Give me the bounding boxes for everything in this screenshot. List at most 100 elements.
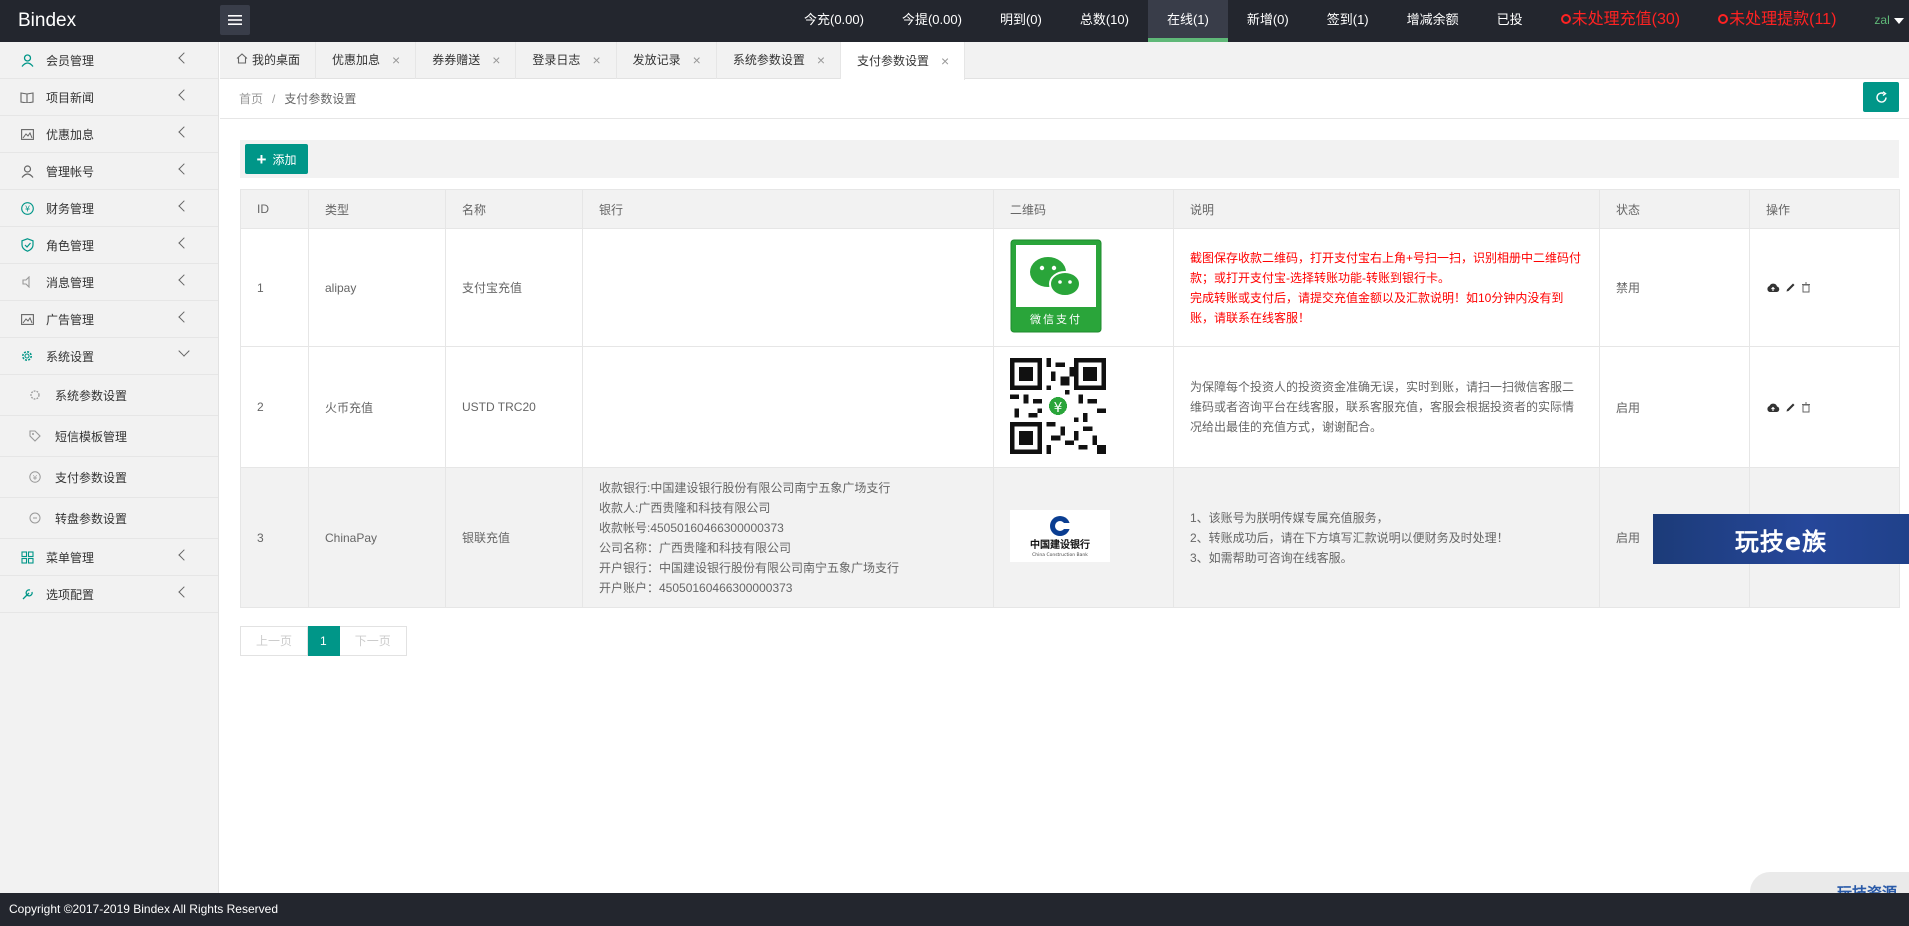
table-toolbar: + 添加 (240, 140, 1899, 178)
close-icon[interactable]: × (693, 42, 701, 79)
edit-icon[interactable] (1785, 402, 1796, 413)
nav-signin[interactable]: 签到(1) (1308, 0, 1388, 42)
nav-invested[interactable]: 已投 (1478, 0, 1542, 42)
delete-icon[interactable] (1801, 282, 1811, 293)
ccb-logo-image: 中国建设银行 China Construction Bank (1010, 510, 1110, 562)
bank-info: 收款银行:中国建设银行股份有限公司南宁五象广场支行 收款人:广西贵隆和科技有限公… (599, 478, 993, 598)
top-nav: 今充(0.00) 今提(0.00) 明到(0) 总数(10) 在线(1) 新增(… (785, 0, 1909, 42)
desc-text-red: 截图保存收款二维码，打开支付宝右上角+号扫一扫，识别相册中二维码付款；或打开支付… (1190, 248, 1599, 328)
refresh-button[interactable] (1863, 82, 1899, 112)
nav-today-withdraw[interactable]: 今提(0.00) (883, 0, 981, 42)
delete-icon[interactable] (1801, 402, 1811, 413)
cell-qr: ¥ (993, 346, 1174, 468)
sidebar-item-promotions[interactable]: 优惠加息 (0, 116, 218, 153)
sidebar-item-roles[interactable]: 角色管理 (0, 227, 218, 264)
nav-alert-withdraw[interactable]: 未处理提款(11) (1699, 0, 1855, 42)
tab-desktop[interactable]: 我的桌面 (220, 42, 317, 79)
add-button[interactable]: + 添加 (245, 144, 308, 174)
cell-actions (1749, 228, 1900, 347)
tab-coupons[interactable]: 券券赠送 × (416, 42, 517, 79)
tag-icon (29, 430, 41, 442)
sidebar-item-label: 消息管理 (46, 275, 95, 290)
col-header-qr: 二维码 (993, 189, 1174, 229)
table-row: 1 alipay 支付宝充值 微信支付 截图保存收款二维码，打开支付宝右上角+号… (240, 228, 1900, 347)
sidebar-subitem-system-params[interactable]: 系统参数设置 (0, 375, 218, 416)
breadcrumb-home[interactable]: 首页 (239, 92, 263, 106)
upload-icon[interactable] (1766, 402, 1780, 413)
user-menu[interactable]: zal (1855, 0, 1909, 42)
sidebar-item-messages[interactable]: 消息管理 (0, 264, 218, 301)
sidebar-item-news[interactable]: 项目新闻 (0, 79, 218, 116)
sidebar-item-options[interactable]: 选项配置 (0, 576, 218, 613)
page-1-button[interactable]: 1 (308, 626, 340, 656)
nav-alert-recharge[interactable]: 未处理充值(30) (1542, 0, 1699, 42)
cell-status: 禁用 (1599, 228, 1750, 347)
close-icon[interactable]: × (941, 43, 949, 80)
picture-icon (20, 312, 34, 326)
tab-payout-records[interactable]: 发放记录 × (617, 42, 717, 79)
close-icon[interactable]: × (817, 42, 825, 79)
sidebar-item-menus[interactable]: 菜单管理 (0, 539, 218, 576)
sidebar-item-label: 会员管理 (46, 53, 95, 68)
upload-icon[interactable] (1766, 282, 1780, 293)
yen-small-icon: ¥ (29, 471, 41, 483)
edit-icon[interactable] (1785, 282, 1796, 293)
cell-id: 1 (240, 228, 309, 347)
cell-actions (1749, 346, 1900, 468)
tab-login-log[interactable]: 登录日志 × (516, 42, 617, 79)
watermark-banner: 玩技e族 (1653, 514, 1909, 564)
gear-small-icon (29, 389, 41, 401)
close-icon[interactable]: × (392, 42, 400, 79)
svg-text:¥: ¥ (24, 204, 29, 213)
add-button-label: 添加 (272, 152, 297, 167)
plus-icon: + (256, 149, 267, 169)
nav-total[interactable]: 总数(10) (1061, 0, 1148, 42)
desc-line: 完成转账或支付后，请提交充值金额以及汇款说明！如10分钟内没有到账，请联系在线客… (1190, 290, 1564, 325)
shield-icon (20, 238, 34, 252)
desc-line: 截图保存收款二维码，打开支付宝右上角+号扫一扫，识别相册中二维码付款；或打开支付… (1190, 250, 1582, 285)
sidebar-item-finance[interactable]: ¥ 财务管理 (0, 190, 218, 227)
sidebar-item-members[interactable]: 会员管理 (0, 42, 218, 79)
tab-promotions[interactable]: 优惠加息 × (316, 42, 417, 79)
nav-tomorrow-due[interactable]: 明到(0) (981, 0, 1061, 42)
tab-label: 我的桌面 (252, 53, 301, 67)
next-page-button[interactable]: 下一页 (339, 626, 407, 656)
cell-qr: 微信支付 (993, 228, 1174, 347)
sidebar-item-accounts[interactable]: 管理帐号 (0, 153, 218, 190)
close-icon[interactable]: × (492, 42, 500, 79)
breadcrumb-row: 首页 / 支付参数设置 (220, 79, 1909, 119)
close-icon[interactable]: × (592, 42, 600, 79)
nav-online[interactable]: 在线(1) (1147, 0, 1228, 42)
sidebar-item-label: 系统设置 (46, 349, 95, 364)
gear-icon (20, 349, 34, 363)
menu-toggle-button[interactable] (220, 5, 250, 35)
grid-icon (20, 550, 34, 564)
sidebar-subitem-wheel-params[interactable]: 转盘参数设置 (0, 498, 218, 539)
alert-circle-icon (1560, 13, 1571, 24)
cell-qr: 中国建设银行 China Construction Bank (993, 467, 1174, 608)
sidebar-item-system-settings[interactable]: 系统设置 (0, 338, 218, 375)
col-header-desc: 说明 (1173, 189, 1600, 229)
sidebar-item-ads[interactable]: 广告管理 (0, 301, 218, 338)
sidebar-item-label: 优惠加息 (46, 127, 95, 142)
circle-icon (29, 512, 41, 524)
nav-today-recharge[interactable]: 今充(0.00) (785, 0, 883, 42)
tab-system-params[interactable]: 系统参数设置 × (717, 42, 842, 79)
app-logo[interactable]: Bindex (0, 10, 215, 32)
image-icon (20, 127, 34, 141)
footer: Copyright ©2017-2019 Bindex All Rights R… (0, 893, 1909, 926)
nav-new[interactable]: 新增(0) (1228, 0, 1308, 42)
svg-text:¥: ¥ (1054, 399, 1063, 415)
ccb-english-name: China Construction Bank (1032, 552, 1088, 558)
tab-payment-params[interactable]: 支付参数设置 × (841, 42, 966, 80)
sidebar-subitem-payment-params[interactable]: ¥ 支付参数设置 (0, 457, 218, 498)
sidebar-subitem-sms-templates[interactable]: 短信模板管理 (0, 416, 218, 457)
tab-label: 登录日志 (532, 53, 581, 67)
cell-name: 银联充值 (445, 467, 583, 608)
nav-adjust-balance[interactable]: 增减余额 (1388, 0, 1478, 42)
prev-page-button[interactable]: 上一页 (240, 626, 309, 656)
bank-line: 收款帐号:45050160466300000373 (599, 520, 784, 535)
hamburger-icon (228, 15, 242, 25)
chevron-left-icon (178, 163, 190, 175)
alert-withdraw-label: 未处理提款(11) (1729, 11, 1837, 28)
